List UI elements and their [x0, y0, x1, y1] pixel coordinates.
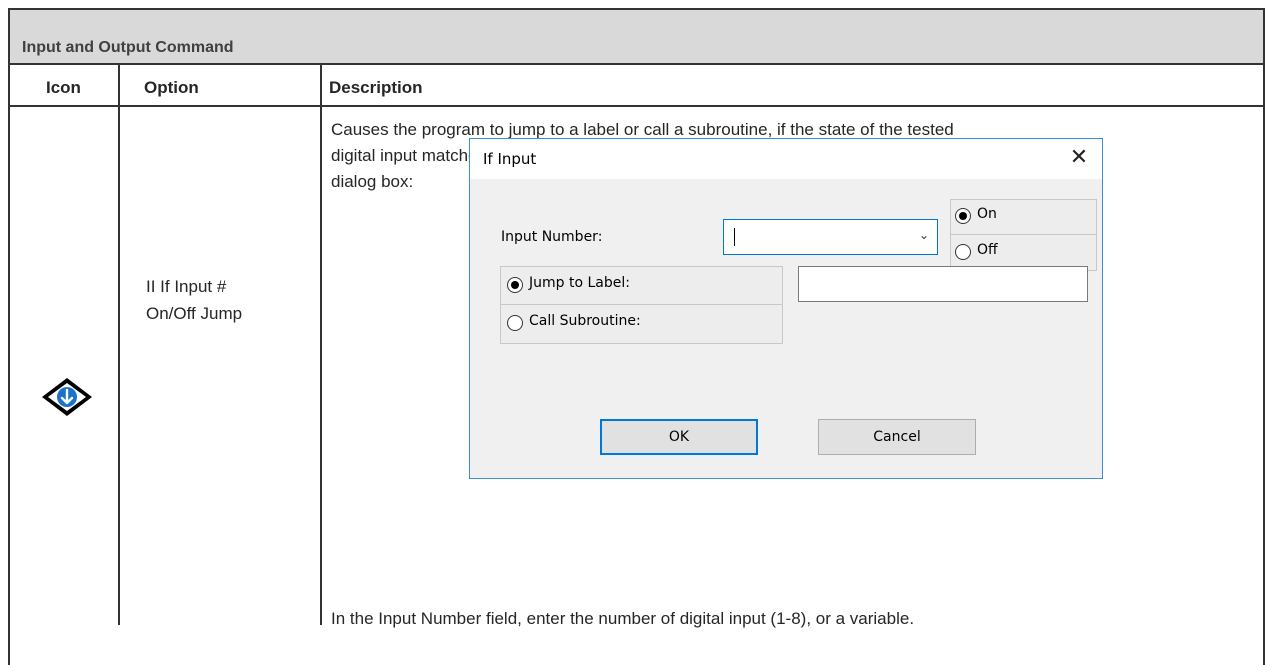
dialog-title: If Input [483, 150, 537, 168]
option-cell: II If Input # On/Off Jump [146, 273, 242, 327]
table-header-row: Icon Option Description [8, 63, 1265, 105]
radio-off-label[interactable]: Off [977, 242, 998, 258]
radio-jump-label[interactable]: Jump to Label: [529, 275, 630, 291]
text-cursor [734, 228, 735, 246]
table-title-row: Input and Output Command [8, 8, 1265, 63]
column-divider-2 [320, 63, 322, 625]
state-radio-group: On Off [950, 199, 1097, 271]
option-line-1: II If Input # [146, 277, 227, 296]
column-divider-1 [118, 63, 120, 625]
if-input-jump-icon [42, 378, 92, 416]
input-number-combobox[interactable]: ⌄ [723, 219, 938, 255]
header-description: Description [329, 78, 423, 97]
option-line-2: On/Off Jump [146, 304, 243, 323]
target-name-input[interactable] [798, 266, 1088, 302]
radio-on[interactable] [955, 208, 971, 224]
ok-button[interactable]: OK [600, 419, 758, 455]
group-divider [501, 304, 782, 305]
table-title: Input and Output Command [22, 39, 234, 56]
radio-on-label[interactable]: On [977, 206, 997, 222]
radio-jump-to-label[interactable] [507, 277, 523, 293]
radio-off[interactable] [955, 244, 971, 260]
if-input-dialog: If Input ✕ Input Number: ⌄ On Off Jump t… [469, 138, 1103, 479]
dialog-titlebar[interactable]: If Input ✕ [470, 139, 1102, 179]
header-icon: Icon [46, 78, 81, 97]
header-option: Option [144, 78, 199, 97]
radio-call-subroutine[interactable] [507, 315, 523, 331]
close-icon[interactable]: ✕ [1066, 145, 1092, 170]
group-divider [951, 234, 1096, 235]
input-number-label: Input Number: [501, 229, 603, 245]
cancel-button[interactable]: Cancel [818, 419, 976, 455]
radio-call-label[interactable]: Call Subroutine: [529, 313, 641, 329]
target-radio-group: Jump to Label: Call Subroutine: [500, 266, 783, 344]
description-followup: In the Input Number field, enter the num… [331, 609, 915, 628]
chevron-down-icon[interactable]: ⌄ [919, 228, 929, 242]
